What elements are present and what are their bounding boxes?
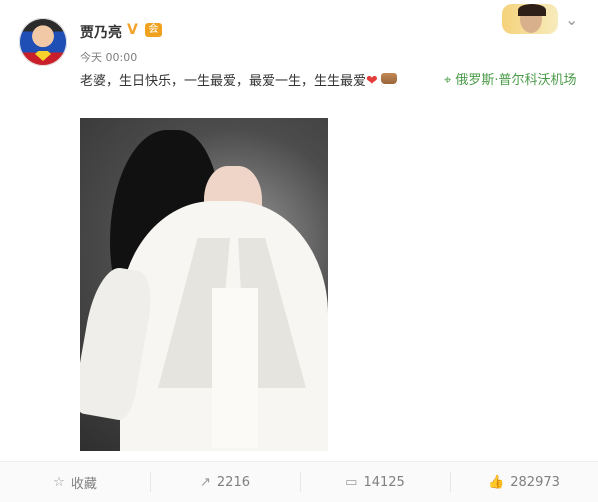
heart-emoji-icon: ❤ [366, 73, 378, 89]
location-link[interactable]: ⌖ 俄罗斯·普尔科沃机场 [444, 69, 584, 93]
vip-badge-icon: 会 [145, 23, 162, 37]
comment-button[interactable]: ▭ 14125 [300, 462, 450, 502]
user-avatar[interactable] [19, 18, 67, 66]
repost-count: 2216 [216, 474, 250, 490]
verified-icon: V [127, 22, 138, 38]
comment-icon: ▭ [345, 474, 358, 490]
star-icon: ☆ [53, 474, 65, 490]
repost-icon: ↗ [200, 474, 211, 490]
weibo-post-card: 贾乃亮 V 会 今天 00:00 ⌄ 老婆，生日快乐，一生最爱，最爱一生，生生最… [0, 0, 598, 502]
comment-count: 14125 [363, 474, 405, 490]
post-action-bar: ☆ 收藏 ↗ 2216 ▭ 14125 👍 282973 [0, 461, 598, 502]
like-count: 282973 [510, 474, 560, 490]
user-name[interactable]: 贾乃亮 [80, 22, 122, 42]
repost-button[interactable]: ↗ 2216 [150, 462, 300, 502]
cake-emoji-icon [380, 73, 397, 87]
like-button[interactable]: 👍 282973 [450, 462, 598, 502]
favorite-label: 收藏 [70, 476, 97, 492]
photo-shirt-shape [212, 288, 258, 448]
location-pin-icon: ⌖ [444, 73, 452, 88]
post-photo[interactable] [80, 118, 328, 451]
favorite-button[interactable]: ☆ 收藏 [0, 462, 150, 502]
post-message: 老婆，生日快乐，一生最爱，最爱一生，生生最爱 [80, 74, 367, 89]
profile-thumbnail[interactable] [502, 4, 558, 34]
thumbs-up-icon: 👍 [488, 474, 505, 490]
chevron-down-icon[interactable]: ⌄ [565, 12, 578, 28]
post-time[interactable]: 今天 00:00 [80, 49, 137, 65]
location-label: 俄罗斯·普尔科沃机场 [455, 73, 577, 88]
superman-emblem-icon [35, 51, 51, 61]
